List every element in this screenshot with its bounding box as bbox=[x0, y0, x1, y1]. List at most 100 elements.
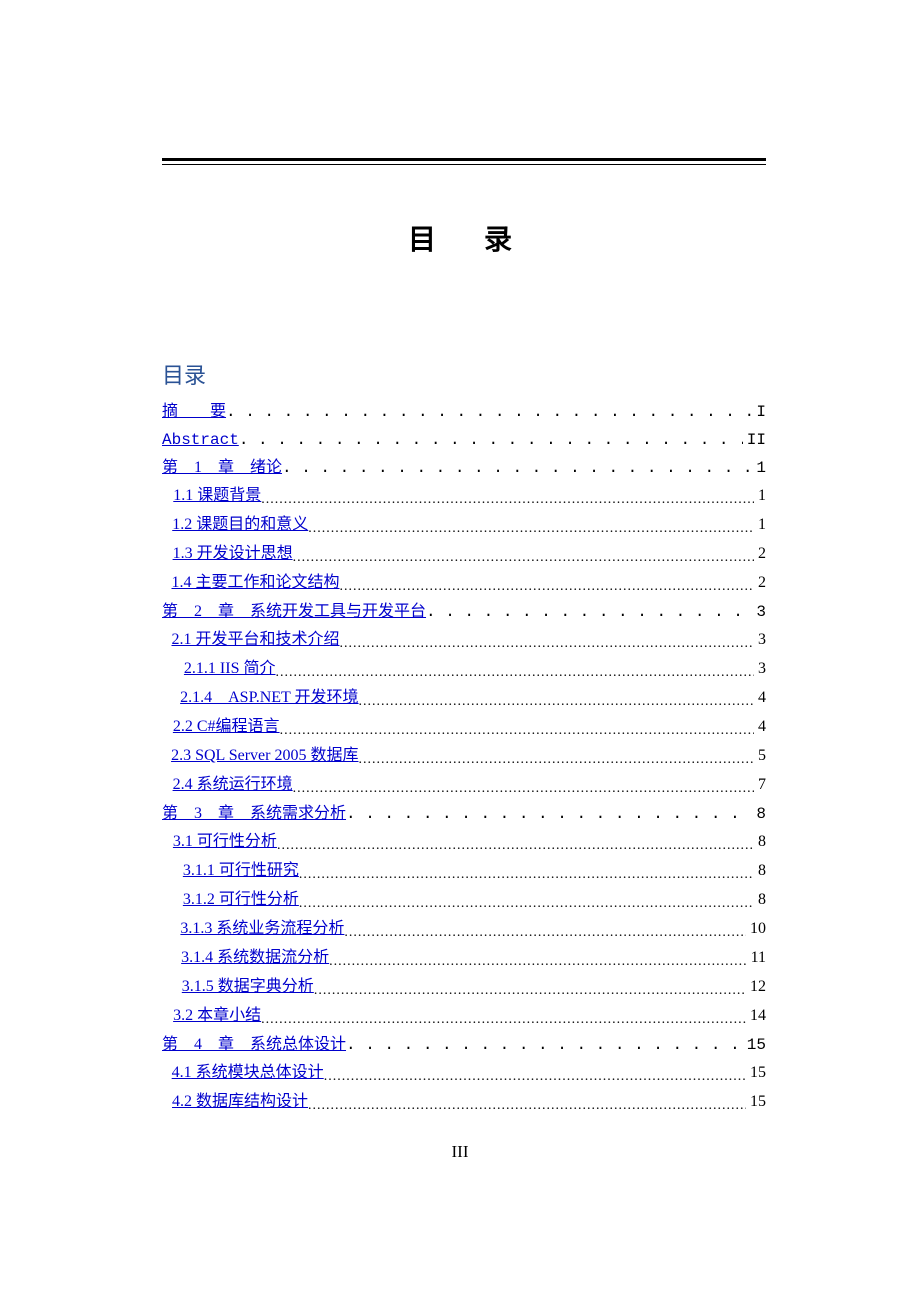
header-rule-thin bbox=[162, 164, 766, 165]
toc-entry: 3.1.3 系统业务流程分析 10 bbox=[162, 915, 766, 944]
leader-dots bbox=[324, 1059, 746, 1088]
toc-entry: 1.1 课题背景 1 bbox=[162, 482, 766, 511]
toc-entry: 1.3 开发设计思想 2 bbox=[162, 540, 766, 569]
leader-dots bbox=[358, 742, 754, 771]
toc-link[interactable]: 第 1 章 绪论 bbox=[162, 454, 282, 482]
toc-page: 7 bbox=[754, 771, 766, 799]
toc-link[interactable]: 3.1.2 可行性分析 bbox=[183, 886, 299, 914]
toc-page: 4 bbox=[754, 684, 766, 712]
header-rule-thick bbox=[162, 158, 766, 161]
toc-page: 3 bbox=[754, 655, 766, 683]
leader-dots bbox=[239, 426, 743, 454]
toc-link[interactable]: 3.1 可行性分析 bbox=[173, 828, 277, 856]
toc-page: 12 bbox=[746, 973, 766, 1001]
page-title: 目录 bbox=[0, 218, 920, 258]
toc-entry: 1.2 课题目的和意义 1 bbox=[162, 511, 766, 540]
toc-entry: 4.1 系统模块总体设计 15 bbox=[162, 1059, 766, 1088]
leader-dots bbox=[261, 1002, 746, 1031]
toc-page: 1 bbox=[754, 482, 766, 510]
toc-page: 2 bbox=[754, 540, 766, 568]
toc-page: 8 bbox=[752, 800, 766, 828]
toc-entry: 第 1 章 绪论 1 bbox=[162, 454, 766, 482]
page: 目录 目录 摘 要 IAbstract II第 1 章 绪论 11.1 课题背景… bbox=[0, 0, 920, 1302]
leader-dots bbox=[426, 598, 752, 626]
toc-entry: 摘 要 I bbox=[162, 398, 766, 426]
toc-page: 15 bbox=[746, 1088, 766, 1116]
toc-page: II bbox=[743, 426, 766, 454]
toc-subhead: 目录 bbox=[162, 358, 206, 390]
toc-entry: 3.1.5 数据字典分析 12 bbox=[162, 973, 766, 1002]
leader-dots bbox=[314, 973, 746, 1002]
leader-dots bbox=[293, 540, 754, 569]
toc-page: 3 bbox=[752, 598, 766, 626]
toc-page: 8 bbox=[754, 857, 766, 885]
toc-entry: 3.1 可行性分析 8 bbox=[162, 828, 766, 857]
toc-entry: 3.1.4 系统数据流分析 11 bbox=[162, 944, 766, 973]
toc-page: 2 bbox=[754, 569, 766, 597]
toc-page: I bbox=[752, 398, 766, 426]
leader-dots bbox=[346, 1031, 743, 1059]
toc-link[interactable]: 1.4 主要工作和论文结构 bbox=[172, 569, 340, 597]
toc-link[interactable]: 2.4 系统运行环境 bbox=[173, 771, 293, 799]
toc-link[interactable]: 2.2 C#编程语言 bbox=[173, 713, 280, 741]
toc-link[interactable]: 第 3 章 系统需求分析 bbox=[162, 800, 346, 828]
leader-dots bbox=[340, 626, 754, 655]
page-number: III bbox=[0, 1142, 920, 1162]
toc-entry: 2.3 SQL Server 2005 数据库 5 bbox=[162, 742, 766, 771]
toc-entry: 2.1.4 ASP.NET 开发环境 4 bbox=[162, 684, 766, 713]
leader-dots bbox=[299, 857, 754, 886]
leader-dots bbox=[275, 655, 754, 684]
toc-list: 摘 要 IAbstract II第 1 章 绪论 11.1 课题背景 11.2 … bbox=[162, 398, 766, 1117]
toc-link[interactable]: 2.1.4 ASP.NET 开发环境 bbox=[180, 684, 358, 712]
toc-link[interactable]: 1.1 课题背景 bbox=[173, 482, 261, 510]
toc-entry: 1.4 主要工作和论文结构 2 bbox=[162, 569, 766, 598]
toc-link[interactable]: 3.1.3 系统业务流程分析 bbox=[180, 915, 344, 943]
toc-entry: 2.2 C#编程语言 4 bbox=[162, 713, 766, 742]
toc-link[interactable]: 4.1 系统模块总体设计 bbox=[172, 1059, 324, 1087]
toc-entry: 第 4 章 系统总体设计 15 bbox=[162, 1031, 766, 1059]
toc-page: 1 bbox=[752, 454, 766, 482]
toc-entry: 2.1.1 IIS 简介 3 bbox=[162, 655, 766, 684]
toc-entry: 3.2 本章小结 14 bbox=[162, 1002, 766, 1031]
leader-dots bbox=[280, 713, 754, 742]
toc-link[interactable]: 1.3 开发设计思想 bbox=[173, 540, 293, 568]
toc-entry: Abstract II bbox=[162, 426, 766, 454]
toc-link[interactable]: 摘 要 bbox=[162, 398, 226, 426]
toc-link[interactable]: 3.1.4 系统数据流分析 bbox=[181, 944, 329, 972]
toc-page: 3 bbox=[754, 626, 766, 654]
leader-dots bbox=[299, 886, 754, 915]
toc-page: 11 bbox=[747, 944, 766, 972]
toc-link[interactable]: 3.2 本章小结 bbox=[173, 1002, 261, 1030]
leader-dots bbox=[293, 771, 754, 800]
toc-link[interactable]: 2.3 SQL Server 2005 数据库 bbox=[171, 742, 358, 770]
toc-page: 8 bbox=[754, 886, 766, 914]
toc-entry: 3.1.2 可行性分析 8 bbox=[162, 886, 766, 915]
toc-link[interactable]: 3.1.1 可行性研究 bbox=[183, 857, 299, 885]
toc-page: 1 bbox=[754, 511, 766, 539]
toc-entry: 3.1.1 可行性研究 8 bbox=[162, 857, 766, 886]
title-char-2: 录 bbox=[484, 224, 512, 255]
toc-link[interactable]: 3.1.5 数据字典分析 bbox=[182, 973, 314, 1001]
leader-dots bbox=[282, 454, 752, 482]
toc-link[interactable]: Abstract bbox=[162, 426, 239, 454]
toc-entry: 2.1 开发平台和技术介绍 3 bbox=[162, 626, 766, 655]
toc-entry: 2.4 系统运行环境 7 bbox=[162, 771, 766, 800]
toc-link[interactable]: 第 2 章 系统开发工具与开发平台 bbox=[162, 598, 426, 626]
toc-link[interactable]: 1.2 课题目的和意义 bbox=[172, 511, 308, 539]
toc-page: 15 bbox=[743, 1031, 766, 1059]
toc-link[interactable]: 4.2 数据库结构设计 bbox=[172, 1088, 308, 1116]
toc-entry: 第 2 章 系统开发工具与开发平台 3 bbox=[162, 598, 766, 626]
toc-page: 8 bbox=[754, 828, 766, 856]
toc-link[interactable]: 2.1.1 IIS 简介 bbox=[184, 655, 276, 683]
toc-entry: 第 3 章 系统需求分析 8 bbox=[162, 800, 766, 828]
leader-dots bbox=[359, 684, 754, 713]
leader-dots bbox=[340, 569, 754, 598]
toc-link[interactable]: 第 4 章 系统总体设计 bbox=[162, 1031, 346, 1059]
toc-page: 15 bbox=[746, 1059, 766, 1087]
toc-page: 10 bbox=[746, 915, 766, 943]
title-char-1: 目 bbox=[408, 224, 436, 255]
leader-dots bbox=[308, 511, 754, 540]
toc-link[interactable]: 2.1 开发平台和技术介绍 bbox=[172, 626, 340, 654]
leader-dots bbox=[261, 482, 754, 511]
leader-dots bbox=[329, 944, 746, 973]
